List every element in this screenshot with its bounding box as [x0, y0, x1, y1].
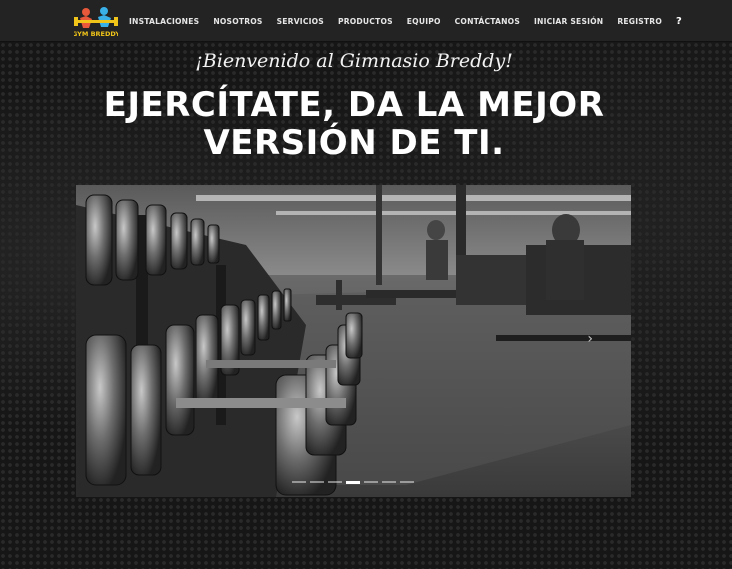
headline-line-2: VERSIÓN DE TI. — [203, 123, 505, 163]
help-link[interactable]: ? — [676, 16, 682, 27]
carousel-indicators — [292, 481, 418, 485]
carousel-next-arrow[interactable]: › — [587, 331, 593, 347]
headline-line-1: EJERCÍTATE, DA LA MEJOR — [103, 85, 605, 125]
carousel-indicator[interactable] — [328, 481, 342, 483]
carousel-indicator[interactable] — [400, 481, 414, 483]
nav-equipo[interactable]: EQUIPO — [407, 17, 441, 26]
nav-contactanos[interactable]: CONTÁCTANOS — [455, 17, 520, 26]
carousel-indicator[interactable] — [310, 481, 324, 483]
hero-headline: EJERCÍTATE, DA LA MEJOR VERSIÓN DE TI. — [0, 86, 708, 162]
nav-servicios[interactable]: SERVICIOS — [277, 17, 324, 26]
nav-nosotros[interactable]: NOSOTROS — [213, 17, 262, 26]
nav-links: INSTALACIONES NOSOTROS SERVICIOS PRODUCT… — [129, 0, 682, 42]
navbar: GYM BREDDY INSTALACIONES NOSOTROS SERVIC… — [0, 0, 732, 42]
nav-productos[interactable]: PRODUCTOS — [338, 17, 393, 26]
welcome-subtitle: ¡Bienvenido al Gimnasio Breddy! — [195, 50, 513, 72]
hero-carousel[interactable]: › — [76, 185, 631, 497]
carousel-indicator[interactable] — [382, 481, 396, 483]
logo-text: GYM BREDDY — [74, 30, 118, 38]
nav-registro[interactable]: REGISTRO — [617, 17, 662, 26]
carousel-indicator[interactable] — [292, 481, 306, 483]
carousel-indicator[interactable] — [346, 481, 360, 484]
carousel-indicator[interactable] — [364, 481, 378, 483]
carousel-image — [76, 185, 631, 497]
gym-logo[interactable]: GYM BREDDY — [72, 6, 120, 38]
nav-instalaciones[interactable]: INSTALACIONES — [129, 17, 199, 26]
nav-iniciar-sesion[interactable]: INICIAR SESIÓN — [534, 17, 603, 26]
